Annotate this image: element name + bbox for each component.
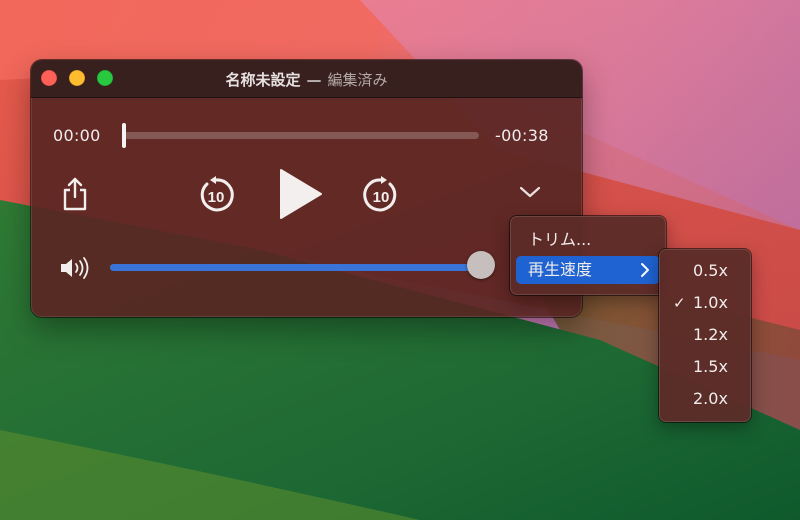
play-button[interactable] <box>277 168 325 220</box>
elapsed-time: 00:00 <box>53 126 101 145</box>
player-window: 名称未設定 — 編集済み 00:00 -00:38 10 10 <box>31 60 582 317</box>
speed-option-label: 2.0x <box>693 389 728 408</box>
menu-item-label: 再生速度 <box>528 260 593 279</box>
volume-slider-knob[interactable] <box>467 251 495 279</box>
volume-slider-fill <box>110 264 480 271</box>
skip-forward-10-icon[interactable]: 10 <box>361 175 401 215</box>
chevron-down-icon[interactable] <box>518 184 542 200</box>
menu-item-trim[interactable]: トリム... <box>516 226 660 254</box>
chevron-right-icon <box>641 263 649 277</box>
menu-item-playback-speed[interactable]: 再生速度 <box>516 256 660 284</box>
share-icon[interactable] <box>61 177 89 211</box>
remaining-time: -00:38 <box>495 126 549 145</box>
checkmark-icon: ✓ <box>673 294 686 312</box>
scrubber-playhead[interactable] <box>122 123 126 148</box>
speed-option-1.0x[interactable]: ✓ 1.0x <box>663 288 747 318</box>
speed-option-2.0x[interactable]: 2.0x <box>663 384 747 414</box>
edit-status: 編集済み <box>327 71 388 89</box>
title-bar[interactable]: 名称未設定 — 編集済み <box>31 60 582 98</box>
skip-back-10-icon[interactable]: 10 <box>196 175 236 215</box>
menu-item-label: トリム... <box>528 230 592 249</box>
skip-forward-seconds: 10 <box>373 189 390 206</box>
title-separator: — <box>306 71 322 89</box>
volume-slider-track[interactable] <box>110 264 480 271</box>
playback-speed-submenu: 0.5x ✓ 1.0x 1.2x 1.5x 2.0x <box>659 249 751 422</box>
speed-option-label: 1.0x <box>693 293 728 312</box>
speed-option-1.5x[interactable]: 1.5x <box>663 352 747 382</box>
speed-option-label: 1.2x <box>693 325 728 344</box>
scrubber-track[interactable] <box>124 132 479 139</box>
speed-option-label: 1.5x <box>693 357 728 376</box>
speed-option-0.5x[interactable]: 0.5x <box>663 256 747 286</box>
skip-back-seconds: 10 <box>208 189 225 206</box>
speed-option-1.2x[interactable]: 1.2x <box>663 320 747 350</box>
window-title: 名称未設定 — 編集済み <box>31 69 582 90</box>
document-name: 名称未設定 <box>225 71 301 89</box>
speed-option-label: 0.5x <box>693 261 728 280</box>
options-menu: トリム... 再生速度 <box>510 216 666 295</box>
speaker-icon[interactable] <box>59 257 93 279</box>
